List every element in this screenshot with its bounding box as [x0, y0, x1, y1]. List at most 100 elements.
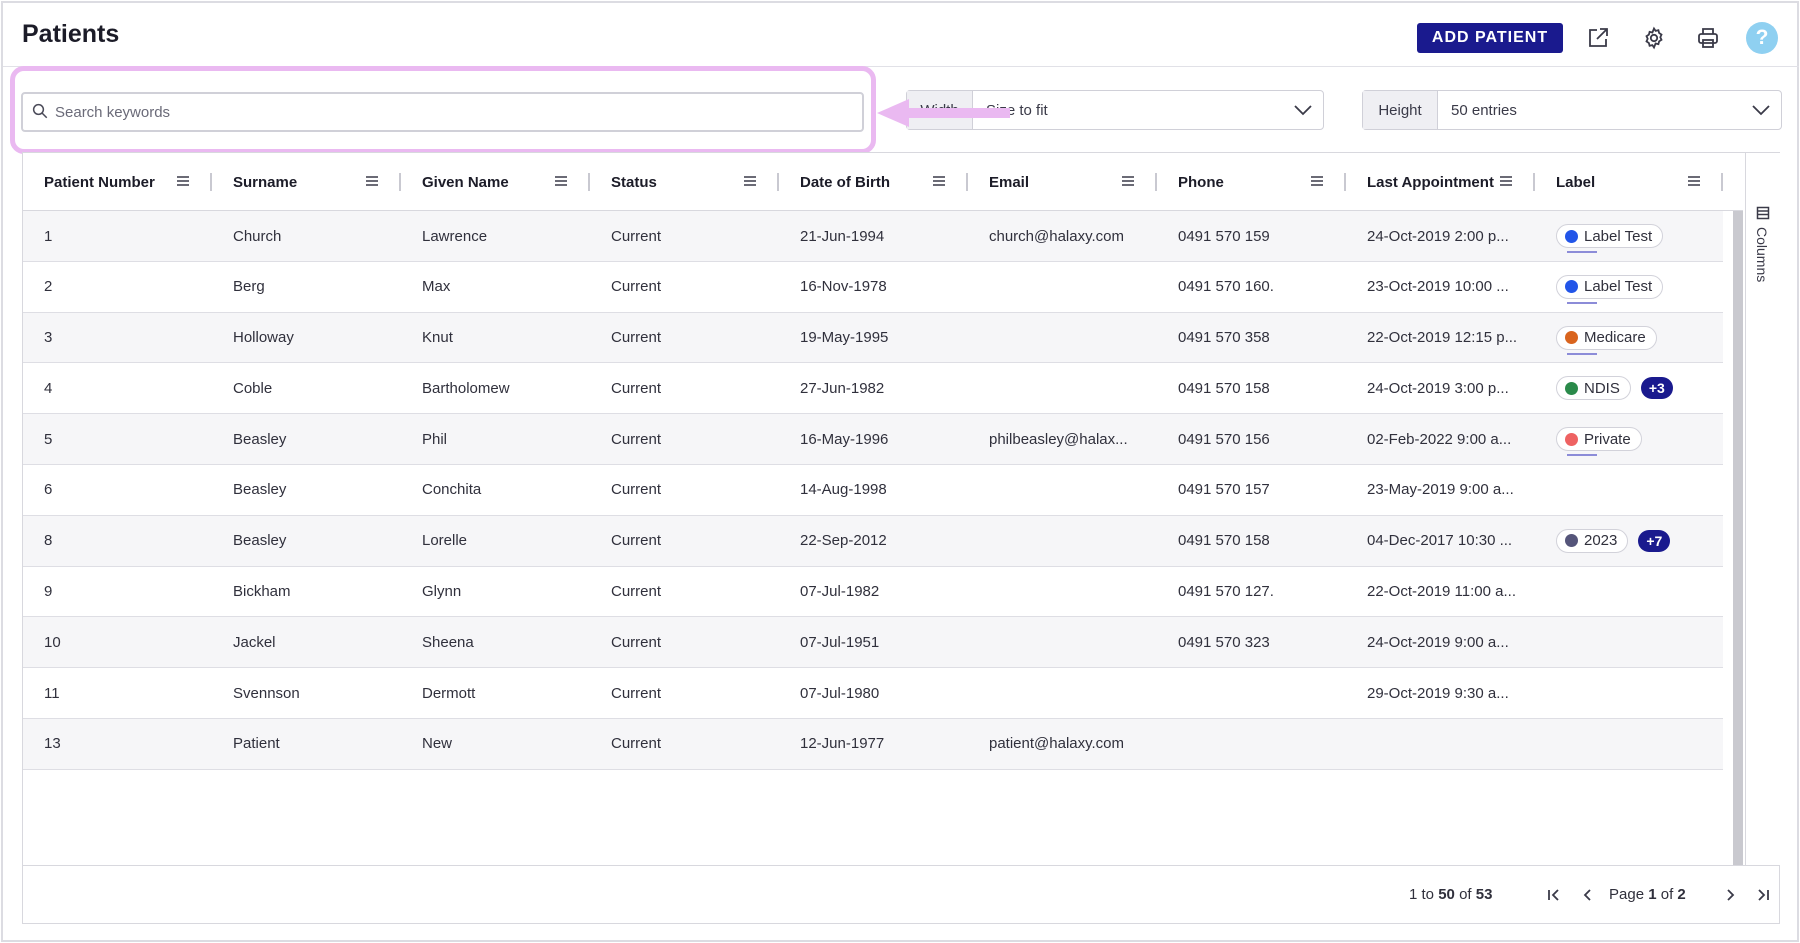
email-cell [968, 363, 1149, 413]
columns-label: Columns [1754, 227, 1770, 283]
page-title: Patients [22, 20, 120, 48]
col-label-header[interactable]: Label [1535, 153, 1723, 211]
table-row[interactable]: 11 Svennson Dermott Current 07-Jul-1980 29-Oc… [23, 668, 1723, 719]
last-page-icon[interactable] [1752, 884, 1774, 906]
table-row[interactable]: 4 Coble Bartholomew Current 27-Jun-1982 0491 … [23, 363, 1723, 415]
table-row[interactable]: 10 Jackel Sheena Current 07-Jul-1951 0491 570… [23, 617, 1723, 669]
column-menu-icon[interactable] [1310, 175, 1324, 187]
width-value[interactable]: Size to fit [973, 91, 1323, 129]
date-of-birth-cell: 07-Jul-1980 [800, 684, 880, 702]
col-given-name-header[interactable]: Given Name [401, 153, 590, 211]
label-chip[interactable]: NDIS [1556, 376, 1631, 401]
status-cell: Current [611, 430, 662, 448]
col-phone-header[interactable]: Phone [1157, 153, 1346, 211]
add-patient-button[interactable]: ADD PATIENT [1417, 23, 1563, 53]
previous-page-icon[interactable] [1577, 884, 1599, 906]
patient-number-cell: 2 [44, 278, 53, 296]
surname-cell: Bickham [233, 583, 291, 601]
vertical-scrollbar[interactable] [1733, 211, 1743, 865]
col-surname-header[interactable]: Surname [212, 153, 401, 211]
pagination-total: 53 [1475, 886, 1493, 903]
table-row[interactable]: 5 Beasley Phil Current 16-May-1996 philbeasle… [23, 414, 1723, 465]
column-header-label: Email [989, 173, 1030, 191]
table-row[interactable]: 8 Beasley Lorelle Current 22-Sep-2012 0491 57… [23, 515, 1723, 567]
table-row[interactable]: 1 Church Lawrence Current 21-Jun-1994 church@… [23, 211, 1723, 262]
column-menu-icon[interactable] [1121, 175, 1135, 187]
label-cell: Private [1535, 414, 1723, 464]
label-cell: Medicare [1535, 313, 1723, 363]
label-chip[interactable]: Private [1556, 427, 1642, 457]
col-last-appointment-header[interactable]: Last Appointment [1346, 153, 1535, 211]
arrow-pointer-icon [877, 99, 1010, 127]
label-chip[interactable]: 2023 [1556, 528, 1629, 553]
label-color-dot [1565, 280, 1578, 294]
phone-cell: 0491 570 358 [1178, 329, 1270, 347]
table-row[interactable]: 13 Patient New Current 12-Jun-1977 patient@ha… [23, 718, 1723, 770]
last-appointment-cell: 22-Oct-2019 11:00 a... [1367, 583, 1516, 601]
column-resize-handle[interactable] [1721, 173, 1723, 191]
phone-cell: 0491 570 158 [1178, 532, 1270, 550]
column-header-label: Patient Number [44, 173, 155, 191]
column-header-label: Status [611, 173, 657, 191]
table-row[interactable]: 6 Beasley Conchita Current 14-Aug-1998 0491 5… [23, 464, 1723, 516]
given-name-cell: Lorelle [422, 532, 468, 550]
page-label: Page [1609, 886, 1645, 903]
search-highlight-box [10, 66, 876, 154]
surname-cell: Coble [233, 379, 273, 397]
help-icon[interactable]: ? [1746, 22, 1778, 54]
table-row[interactable]: 3 Holloway Knut Current 19-May-1995 0491 570 … [23, 312, 1723, 364]
gear-icon[interactable] [1639, 23, 1669, 53]
status-cell: Current [611, 481, 662, 499]
label-chip-text: Label Test [1584, 278, 1653, 296]
label-cell [1535, 719, 1723, 769]
column-menu-icon[interactable] [1687, 175, 1701, 187]
label-chip-text: 2023 [1584, 532, 1618, 550]
phone-cell: 0491 570 127. [1178, 583, 1274, 601]
col-email-header[interactable]: Email [968, 153, 1157, 211]
label-chip[interactable]: Label Test [1556, 274, 1664, 304]
column-menu-icon[interactable] [743, 175, 757, 187]
column-menu-icon[interactable] [365, 175, 379, 187]
first-page-icon[interactable] [1543, 884, 1565, 906]
patient-number-cell: 6 [44, 481, 53, 499]
height-value[interactable]: 50 entries [1438, 91, 1781, 129]
given-name-cell: Glynn [422, 583, 462, 601]
column-menu-icon[interactable] [554, 175, 568, 187]
table-row[interactable]: 2 Berg Max Current 16-Nov-1978 0491 570 160. 2… [23, 261, 1723, 313]
date-of-birth-cell: 21-Jun-1994 [800, 227, 885, 245]
label-chip-text: Label Test [1584, 227, 1653, 245]
label-cell [1535, 567, 1723, 617]
col-date-of-birth-header[interactable]: Date of Birth [779, 153, 968, 211]
label-color-dot [1565, 432, 1578, 446]
columns-side-panel[interactable]: Columns [1745, 153, 1781, 865]
column-header-label: Date of Birth [800, 173, 890, 191]
label-cell [1535, 617, 1723, 667]
height-select[interactable]: Height 50 entries [1362, 90, 1782, 130]
pagination-bar: 1 to 50 of 53 Page 1 of 2 [23, 865, 1779, 923]
more-labels-badge[interactable]: +3 [1640, 377, 1673, 400]
status-cell: Current [611, 684, 662, 702]
chevron-down-icon [1294, 105, 1312, 116]
column-menu-icon[interactable] [176, 175, 190, 187]
given-name-cell: Bartholomew [422, 379, 510, 397]
next-page-icon[interactable] [1719, 884, 1741, 906]
date-of-birth-cell: 19-May-1995 [800, 329, 889, 347]
column-menu-icon[interactable] [1499, 175, 1513, 187]
label-chip[interactable]: Label Test [1556, 224, 1664, 253]
page-of-label: of [1660, 886, 1674, 903]
email-cell [968, 617, 1149, 667]
column-header-label: Label [1556, 173, 1596, 191]
col-patient-number-header[interactable]: Patient Number [23, 153, 212, 211]
column-menu-icon[interactable] [932, 175, 946, 187]
label-chip[interactable]: Medicare [1556, 325, 1657, 355]
more-labels-badge[interactable]: +7 [1638, 529, 1671, 552]
date-of-birth-cell: 07-Jul-1982 [800, 583, 880, 601]
given-name-cell: Phil [422, 430, 448, 448]
print-icon[interactable] [1693, 23, 1723, 53]
last-appointment-cell: 23-May-2019 9:00 a... [1367, 481, 1514, 499]
grid-body: 1 Church Lawrence Current 21-Jun-1994 church@… [23, 211, 1723, 770]
col-status-header[interactable]: Status [590, 153, 779, 211]
table-row[interactable]: 9 Bickham Glynn Current 07-Jul-1982 0491 570 … [23, 566, 1723, 618]
email-cell [968, 516, 1149, 566]
export-icon[interactable] [1583, 23, 1613, 53]
